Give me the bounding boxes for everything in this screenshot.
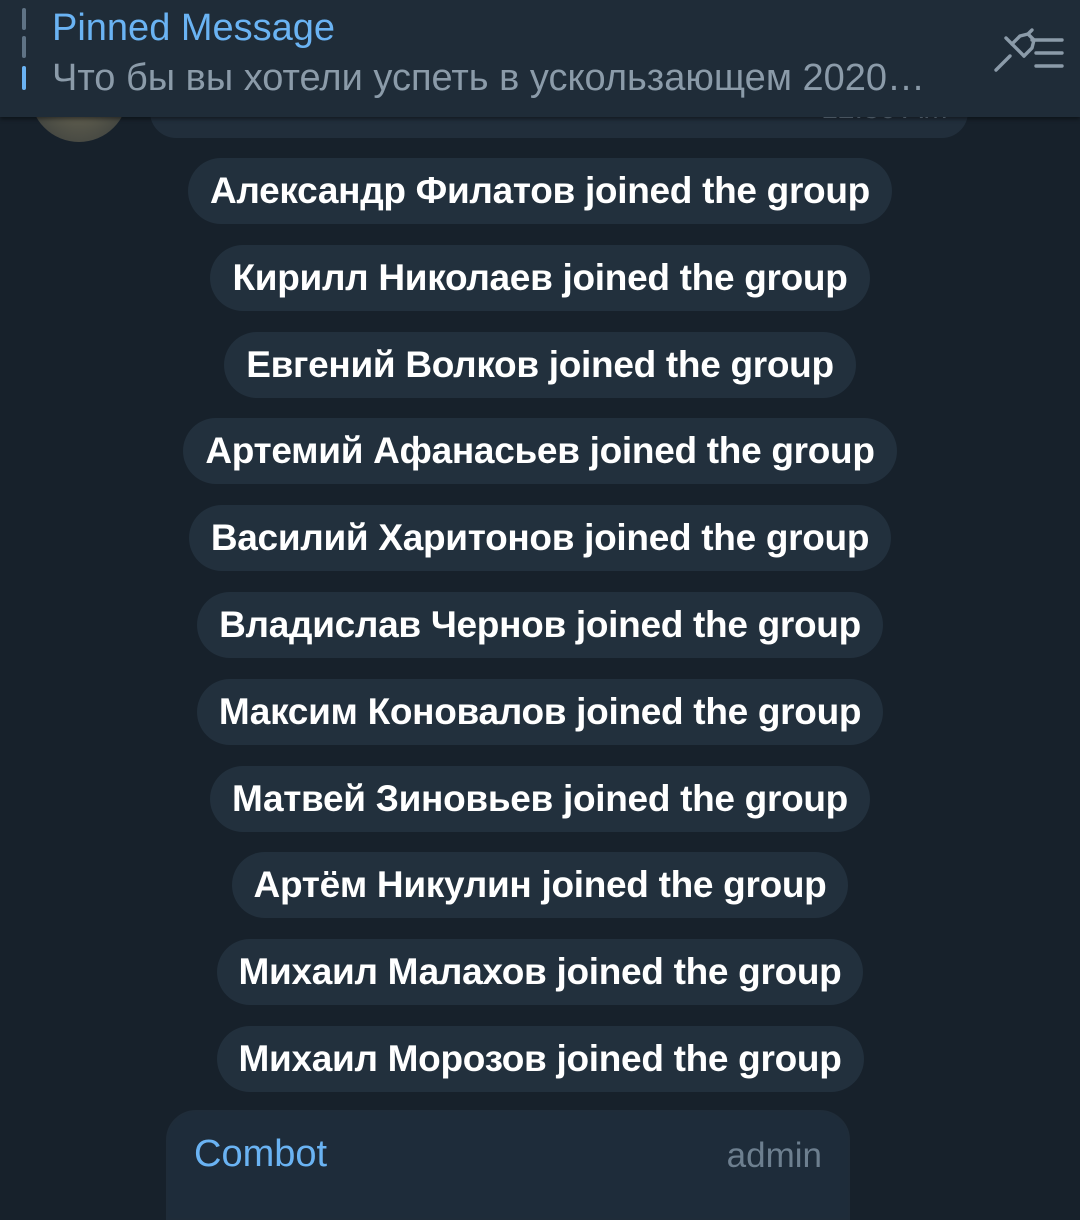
service-message[interactable]: Евгений Волков joined the group (224, 331, 856, 398)
service-message[interactable]: Михаил Морозов joined the group (216, 1025, 864, 1092)
service-message[interactable]: Максим Коновалов joined the group (196, 678, 884, 745)
message-bubble[interactable]: Combot admin (166, 1110, 850, 1220)
service-message[interactable]: Василий Харитонов joined the group (188, 505, 892, 572)
sender-role-badge: admin (726, 1136, 822, 1175)
service-message[interactable]: Владислав Чернов joined the group (197, 591, 883, 658)
service-message[interactable]: Артемий Афанасьев joined the group (183, 418, 897, 485)
service-message[interactable]: Михаил Малахов joined the group (216, 939, 864, 1006)
pinned-text: Что бы вы хотели успеть в ускользающем 2… (52, 57, 926, 99)
service-message[interactable]: Александр Филатов joined the group (188, 158, 892, 224)
service-message[interactable]: Артём Никулин joined the group (231, 852, 849, 919)
pinned-list-button[interactable] (986, 22, 1072, 82)
pinned-message-bar[interactable]: Pinned Message Что бы вы хотели успеть в… (0, 0, 1080, 117)
sender-name[interactable]: Combot (194, 1132, 327, 1176)
pinned-position-indicator (22, 0, 26, 92)
service-message[interactable]: Матвей Зиновьев joined the group (209, 765, 870, 832)
service-message[interactable]: Кирилл Николаев joined the group (210, 244, 870, 311)
pin-list-icon (994, 28, 1064, 72)
service-message-list: Александр Филатов joined the group Кирил… (0, 158, 1080, 1113)
pinned-title: Pinned Message (52, 7, 336, 49)
